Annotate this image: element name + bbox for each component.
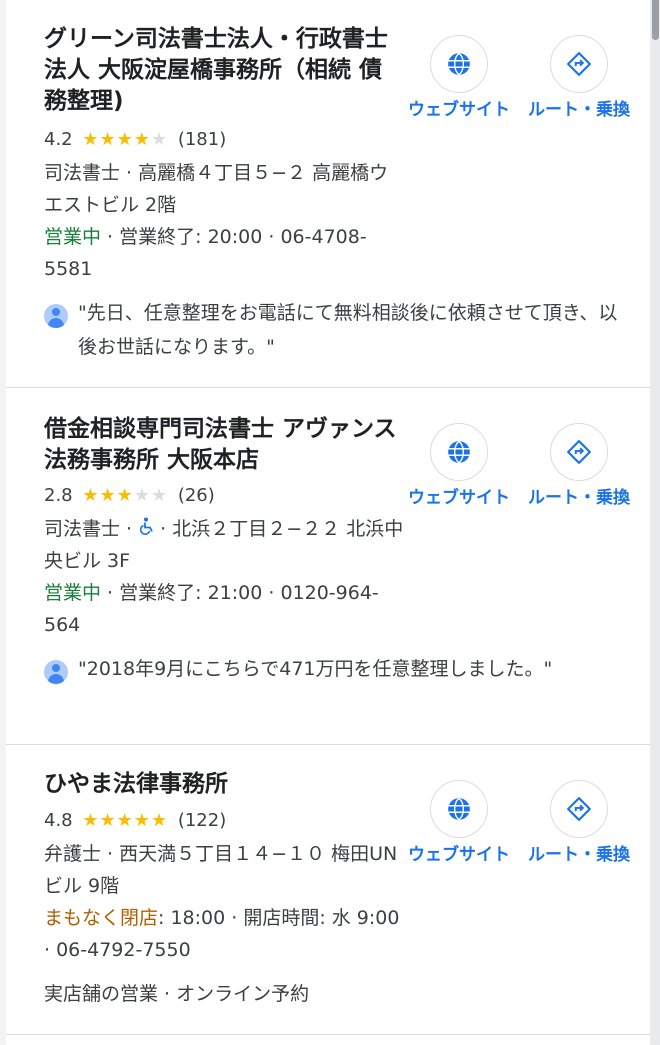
open-status: 営業中	[44, 582, 102, 604]
star-rating: ★★★★★	[82, 126, 168, 154]
hours-phone: まもなく閉店: 18:00 · 開店時間: 水 9:00 · 06-4792-7…	[44, 902, 404, 966]
globe-icon	[430, 35, 488, 93]
directions-label: ルート・乗換	[528, 488, 630, 508]
category: 司法書士 ·	[44, 518, 139, 540]
category-address: 司法書士 · · 北浜２丁目２−２２ 北浜中央ビル 3F	[44, 513, 404, 577]
listing-title[interactable]: 借金相談専門司法書士 アヴァンス法務事務所 大阪本店	[44, 414, 404, 476]
directions-icon	[550, 35, 608, 93]
review-count[interactable]: (26)	[178, 485, 215, 506]
star-empty-icon: ★	[133, 485, 151, 506]
star-rating: ★★★★★	[82, 807, 168, 835]
hours-phone: 営業中 · 営業終了: 20:00 · 06-4708-5581	[44, 221, 404, 285]
star-filled-icon: ★	[150, 810, 169, 831]
website-button[interactable]: ウェブサイト	[399, 35, 519, 121]
review-snippet: "2018年9月にこちらで471万円を任意整理しました。"	[44, 652, 624, 720]
scrollbar-thumb[interactable]	[652, 0, 659, 40]
website-label: ウェブサイト	[408, 488, 510, 508]
rating-value: 4.8	[44, 810, 73, 831]
scrollbar-track[interactable]	[650, 0, 660, 1045]
reviewer-avatar-icon	[44, 660, 68, 684]
review-text: "先日、任意整理をお電話にて無料相談後に依頼させて頂き、以後お世話になります。"	[78, 302, 618, 358]
star-filled-icon: ★	[99, 485, 117, 506]
category-address: 弁護士 · 西天満５丁目１４−１０ 梅田UNビル 9階	[44, 843, 398, 897]
star-empty-icon: ★	[150, 485, 169, 506]
directions-button[interactable]: ルート・乗換	[519, 780, 639, 866]
website-label: ウェブサイト	[408, 100, 510, 120]
review-text: "2018年9月にこちらで471万円を任意整理しました。"	[78, 658, 553, 680]
review-snippet: "先日、任意整理をお電話にて無料相談後に依頼させて頂き、以後お世話になります。"	[44, 296, 624, 364]
star-filled-icon: ★	[116, 485, 134, 506]
star-filled-icon: ★	[82, 810, 100, 831]
listing-card[interactable]: グリーン司法書士法人・行政書士法人 大阪淀屋橋事務所（相続 債務整理) 4.2 …	[6, 0, 650, 388]
rating-value: 4.2	[44, 129, 73, 150]
listing-card[interactable]: ひやま法律事務所 4.8 ★★★★★ (122) 弁護士 · 西天満５丁目１４−…	[6, 745, 650, 1035]
closing-soon-status: まもなく閉店	[44, 907, 159, 929]
review-count[interactable]: (181)	[178, 129, 226, 150]
rating-row: 2.8 ★★★★★ (26)	[44, 482, 215, 510]
service-features: 実店舗の営業 · オンライン予約	[44, 983, 310, 1005]
directions-button[interactable]: ルート・乗換	[519, 423, 639, 509]
directions-icon	[550, 780, 608, 838]
website-button[interactable]: ウェブサイト	[399, 423, 519, 509]
star-filled-icon: ★	[99, 810, 117, 831]
open-status: 営業中	[44, 226, 102, 248]
directions-icon	[550, 423, 608, 481]
rating-value: 2.8	[44, 485, 73, 506]
star-empty-icon: ★	[150, 129, 169, 150]
star-filled-icon: ★	[133, 810, 151, 831]
review-count[interactable]: (122)	[178, 810, 226, 831]
rating-row: 4.8 ★★★★★ (122)	[44, 807, 226, 835]
globe-icon	[430, 423, 488, 481]
website-label: ウェブサイト	[408, 845, 510, 865]
directions-label: ルート・乗換	[528, 845, 630, 865]
star-filled-icon: ★	[99, 129, 117, 150]
hours-phone: 営業中 · 営業終了: 21:00 · 0120-964-564	[44, 577, 404, 641]
rating-row: 4.2 ★★★★★ (181)	[44, 126, 226, 154]
category-address: 司法書士 · 高麗橋４丁目５−２ 高麗橋ウエストビル 2階	[44, 162, 389, 216]
star-filled-icon: ★	[116, 810, 134, 831]
website-button[interactable]: ウェブサイト	[399, 780, 519, 866]
star-filled-icon: ★	[82, 129, 100, 150]
star-filled-icon: ★	[82, 485, 100, 506]
results-panel: グリーン司法書士法人・行政書士法人 大阪淀屋橋事務所（相続 債務整理) 4.2 …	[0, 0, 660, 1045]
listing-title[interactable]: グリーン司法書士法人・行政書士法人 大阪淀屋橋事務所（相続 債務整理)	[44, 24, 404, 117]
star-filled-icon: ★	[133, 129, 151, 150]
listing-card[interactable]: 借金相談専門司法書士 アヴァンス法務事務所 大阪本店 2.8 ★★★★★ (26…	[6, 388, 650, 745]
reviewer-avatar-icon	[44, 304, 68, 328]
wheelchair-icon	[138, 513, 154, 545]
star-rating: ★★★★★	[82, 482, 168, 510]
directions-label: ルート・乗換	[528, 100, 630, 120]
star-filled-icon: ★	[116, 129, 134, 150]
directions-button[interactable]: ルート・乗換	[519, 35, 639, 121]
listing-title[interactable]: ひやま法律事務所	[44, 769, 404, 800]
globe-icon	[430, 780, 488, 838]
